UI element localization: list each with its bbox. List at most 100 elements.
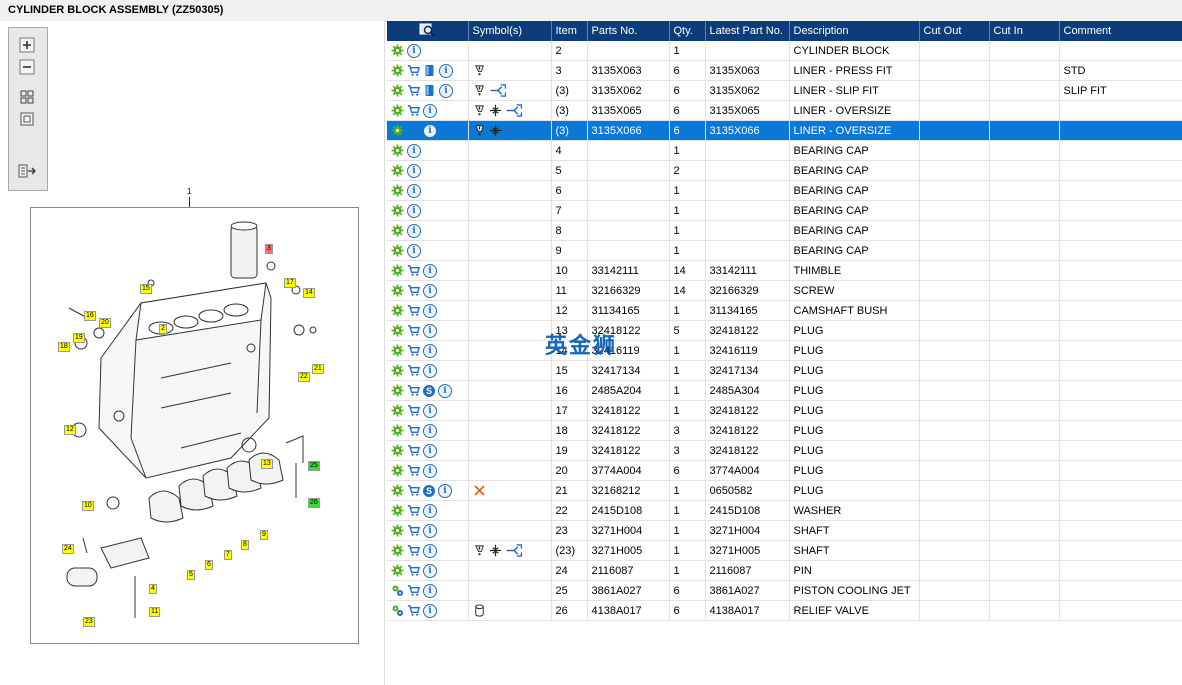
cart-icon[interactable]: [407, 84, 420, 97]
table-row[interactable]: i 7 1 BEARING CAP: [387, 200, 1182, 221]
caution-icon[interactable]: [473, 64, 486, 77]
gear-icon[interactable]: [391, 44, 404, 57]
export-icon[interactable]: [17, 162, 37, 180]
table-row[interactable]: i (3) 3135X062 6 3135X062 LINER - SLIP FIT SLI…: [387, 80, 1182, 101]
gear-icon[interactable]: [391, 184, 404, 197]
gear-icon[interactable]: [391, 564, 404, 577]
table-row[interactable]: i 13 32418122 5 32418122 PLUG: [387, 320, 1182, 341]
table-row[interactable]: i 12 31134165 1 31134165 CAMSHAFT BUSH: [387, 300, 1182, 321]
fit-window-icon[interactable]: [17, 110, 37, 128]
cart-icon[interactable]: [407, 304, 420, 317]
column-header-symbols[interactable]: Symbol(s): [468, 21, 552, 41]
cart-icon[interactable]: [407, 584, 420, 597]
info-icon[interactable]: i: [423, 563, 437, 578]
table-row[interactable]: i 8 1 BEARING CAP: [387, 220, 1182, 241]
callout-9[interactable]: 9: [260, 530, 268, 540]
info-icon[interactable]: i: [423, 583, 437, 598]
cart-icon[interactable]: [407, 344, 420, 357]
branch-arrow-icon[interactable]: [505, 544, 523, 557]
gear-icon[interactable]: [391, 304, 404, 317]
callout-3[interactable]: 3: [265, 244, 273, 254]
info-icon[interactable]: i: [407, 183, 421, 198]
info-icon[interactable]: i: [407, 143, 421, 158]
column-header-qty[interactable]: Qty.: [669, 21, 706, 41]
close-icon[interactable]: [473, 484, 486, 497]
info-icon[interactable]: i: [423, 103, 437, 118]
split-icon[interactable]: [489, 544, 502, 557]
gear-icon[interactable]: [391, 464, 404, 477]
table-row[interactable]: i 24 2116087 1 2116087 PIN: [387, 560, 1182, 581]
table-row[interactable]: i 9 1 BEARING CAP: [387, 240, 1182, 261]
gears-icon[interactable]: [391, 584, 404, 597]
fit-all-icon[interactable]: [17, 88, 37, 106]
table-row[interactable]: i 5 2 BEARING CAP: [387, 160, 1182, 181]
info-icon[interactable]: i: [407, 223, 421, 238]
table-row[interactable]: i 19 32418122 3 32418122 PLUG: [387, 440, 1182, 461]
cylinder-icon[interactable]: [473, 604, 486, 617]
gear-icon[interactable]: [391, 264, 404, 277]
gear-icon[interactable]: [391, 484, 404, 497]
table-row[interactable]: Si 16 2485A204 1 2485A304 PLUG: [387, 380, 1182, 401]
gear-icon[interactable]: [391, 124, 404, 137]
info-icon[interactable]: i: [423, 463, 437, 478]
cart-icon[interactable]: [407, 384, 420, 397]
column-header-comment[interactable]: Comment: [1059, 21, 1182, 41]
info-icon[interactable]: i: [423, 403, 437, 418]
gear-icon[interactable]: [391, 384, 404, 397]
table-row[interactable]: i 25 3861A027 6 3861A027 PISTON COOLING JET: [387, 580, 1182, 601]
column-header-description[interactable]: Description: [789, 21, 920, 41]
callout-7[interactable]: 7: [224, 550, 232, 560]
table-row[interactable]: i 17 32418122 1 32418122 PLUG: [387, 400, 1182, 421]
info-icon[interactable]: i: [439, 83, 453, 98]
table-row[interactable]: i 2 1 CYLINDER BLOCK: [387, 41, 1182, 61]
cart-icon[interactable]: [407, 364, 420, 377]
callout-18[interactable]: 18: [58, 342, 70, 352]
info-icon[interactable]: i: [423, 283, 437, 298]
info-icon[interactable]: i: [407, 163, 421, 178]
gear-icon[interactable]: [391, 344, 404, 357]
callout-6[interactable]: 6: [205, 560, 213, 570]
cart-icon[interactable]: [407, 464, 420, 477]
table-row[interactable]: i (3) 3135X066 6 3135X066 LINER - OVERSIZE: [387, 120, 1182, 141]
info-icon[interactable]: i: [423, 323, 437, 338]
callout-25[interactable]: 25: [308, 461, 320, 471]
cart-icon[interactable]: [407, 324, 420, 337]
callout-14[interactable]: 14: [303, 288, 315, 298]
branch-arrow-icon[interactable]: [505, 104, 523, 117]
table-row[interactable]: i 23 3271H004 1 3271H004 SHAFT: [387, 520, 1182, 541]
info-icon[interactable]: i: [423, 523, 437, 538]
cart-icon[interactable]: [407, 64, 420, 77]
info-icon[interactable]: i: [423, 123, 437, 138]
callout-15[interactable]: 15: [140, 284, 152, 294]
callout-2[interactable]: 2: [159, 324, 167, 334]
gears-icon[interactable]: [391, 604, 404, 617]
callout-19[interactable]: 19: [73, 333, 85, 343]
info-icon[interactable]: i: [423, 503, 437, 518]
table-row[interactable]: i (23) 3271H005 1 3271H005 SHAFT: [387, 540, 1182, 561]
info-icon[interactable]: i: [407, 243, 421, 258]
info-icon[interactable]: i: [423, 343, 437, 358]
table-row[interactable]: i 22 2415D108 1 2415D108 WASHER: [387, 500, 1182, 521]
callout-10[interactable]: 10: [82, 501, 94, 511]
info-icon[interactable]: i: [423, 303, 437, 318]
callout-8[interactable]: 8: [241, 540, 249, 550]
gear-icon[interactable]: [391, 104, 404, 117]
callout-5[interactable]: 5: [187, 570, 195, 580]
gear-icon[interactable]: [391, 424, 404, 437]
exploded-diagram[interactable]: 3 15 17 14 16 20 2 19 18 22 21 12 13 25 …: [30, 207, 359, 644]
gear-icon[interactable]: [391, 504, 404, 517]
cart-icon[interactable]: [407, 444, 420, 457]
table-row[interactable]: i (3) 3135X065 6 3135X065 LINER - OVERSIZE: [387, 100, 1182, 121]
gear-icon[interactable]: [391, 244, 404, 257]
info-icon[interactable]: i: [423, 263, 437, 278]
callout-20[interactable]: 20: [99, 318, 111, 328]
table-row[interactable]: i 10 33142111 14 33142111 THIMBLE: [387, 260, 1182, 281]
table-row[interactable]: Si 21 32168212 1 0650582 PLUG: [387, 480, 1182, 501]
cart-icon[interactable]: [407, 124, 420, 137]
cart-icon[interactable]: [407, 504, 420, 517]
table-row[interactable]: i 15 32417134 1 32417134 PLUG: [387, 360, 1182, 381]
table-row[interactable]: i 20 3774A004 6 3774A004 PLUG: [387, 460, 1182, 481]
column-header-latest-part-no[interactable]: Latest Part No.: [705, 21, 790, 41]
table-row[interactable]: i 14 32416119 1 32416119 PLUG: [387, 340, 1182, 361]
zoom-out-icon[interactable]: [17, 58, 37, 76]
